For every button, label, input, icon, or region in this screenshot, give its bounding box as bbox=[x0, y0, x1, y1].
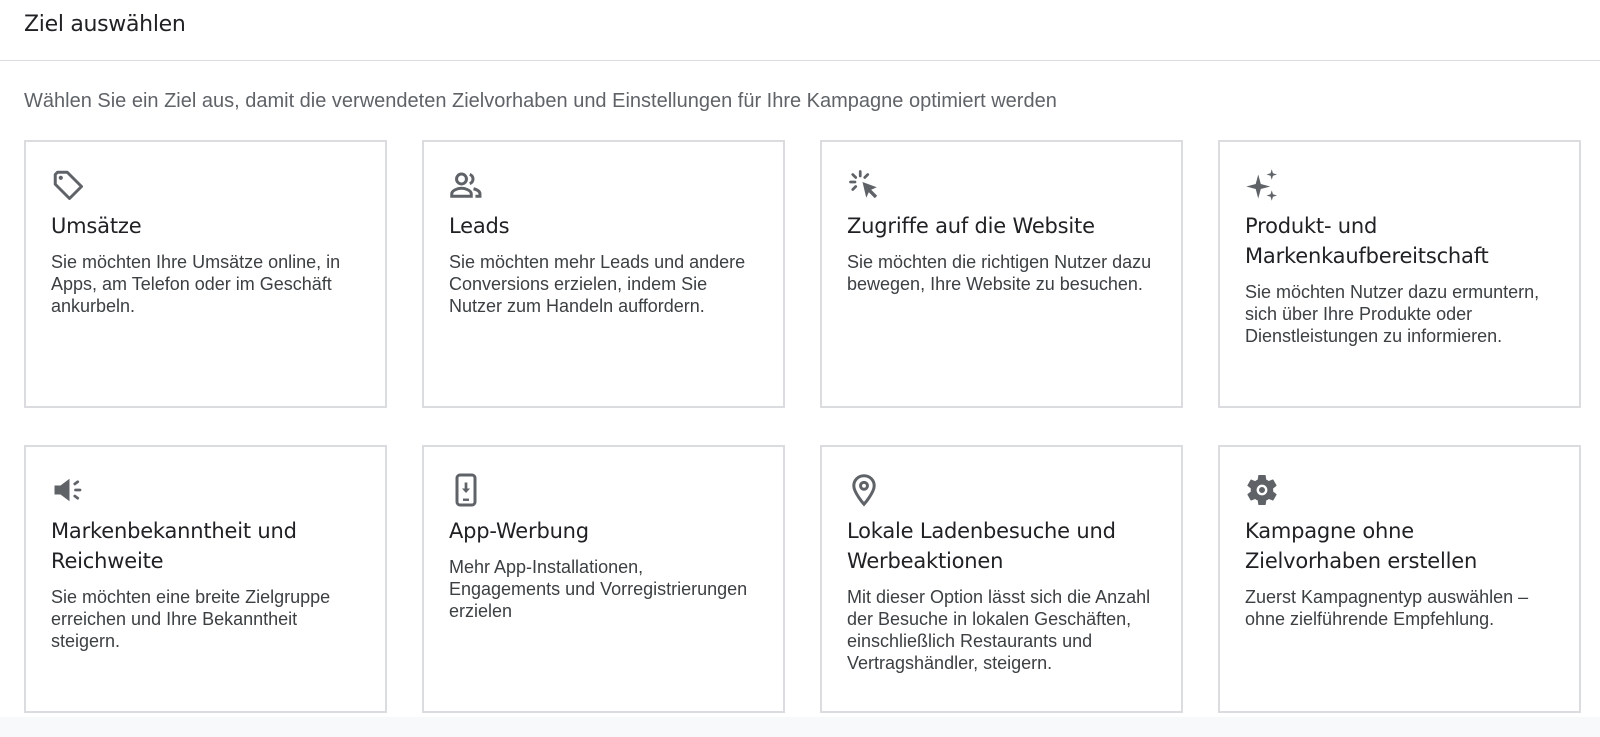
goal-card-title: Produkt- und Markenkaufbereitschaft bbox=[1245, 214, 1489, 268]
goal-card-description: Sie möchten Nutzer dazu ermuntern, sich … bbox=[1245, 282, 1540, 346]
goal-card-description: Zuerst Kampagnentyp auswählen – ohne zie… bbox=[1245, 587, 1529, 629]
goal-card-product-brand-consideration[interactable]: Produkt- und Markenkaufbereitschaft Sie … bbox=[1218, 140, 1581, 408]
goal-card-local-store-visits[interactable]: Lokale Ladenbesuche und Werbeaktionen Mi… bbox=[820, 445, 1183, 713]
goal-card-title: App-Werbung bbox=[449, 519, 589, 543]
megaphone-icon bbox=[50, 472, 86, 508]
goal-card-description: Sie möchten mehr Leads und andere Conver… bbox=[449, 252, 746, 316]
goal-card-sales[interactable]: Umsätze Sie möchten Ihre Umsätze online,… bbox=[24, 140, 387, 408]
goal-card-no-goal[interactable]: Kampagne ohne Zielvorhaben erstellen Zue… bbox=[1218, 445, 1581, 713]
bottom-divider-area bbox=[0, 717, 1600, 737]
phone-download-icon bbox=[448, 472, 484, 508]
page-subtitle: Wählen Sie ein Ziel aus, damit die verwe… bbox=[24, 90, 1057, 112]
location-pin-icon bbox=[846, 472, 882, 508]
people-icon bbox=[448, 167, 484, 203]
goal-card-description: Mit dieser Option lässt sich die Anzahl … bbox=[847, 587, 1151, 673]
gear-icon bbox=[1244, 472, 1280, 508]
page-title: Ziel auswählen bbox=[24, 12, 186, 37]
sparkle-icon bbox=[1244, 167, 1280, 203]
goal-card-title: Lokale Ladenbesuche und Werbeaktionen bbox=[847, 519, 1116, 573]
dialog-header: Ziel auswählen bbox=[0, 0, 1600, 61]
goal-card-brand-awareness-reach[interactable]: Markenbekanntheit und Reichweite Sie möc… bbox=[24, 445, 387, 713]
goal-selection-page: Ziel auswählen Wählen Sie ein Ziel aus, … bbox=[0, 0, 1600, 737]
goal-card-description: Mehr App-Installationen, Engagements und… bbox=[449, 557, 748, 621]
cursor-click-icon bbox=[846, 167, 882, 203]
goal-card-app-promotion[interactable]: App-Werbung Mehr App-Installationen, Eng… bbox=[422, 445, 785, 713]
goal-card-title: Leads bbox=[449, 214, 510, 238]
goal-card-grid: Umsätze Sie möchten Ihre Umsätze online,… bbox=[24, 140, 1581, 713]
goal-card-website-traffic[interactable]: Zugriffe auf die Website Sie möchten die… bbox=[820, 140, 1183, 408]
goal-card-title: Kampagne ohne Zielvorhaben erstellen bbox=[1245, 519, 1478, 573]
goal-card-title: Umsätze bbox=[51, 214, 142, 238]
tag-icon bbox=[50, 167, 86, 203]
goal-card-title: Zugriffe auf die Website bbox=[847, 214, 1095, 238]
goal-card-description: Sie möchten die richtigen Nutzer dazu be… bbox=[847, 252, 1152, 294]
goal-card-description: Sie möchten Ihre Umsätze online, in Apps… bbox=[51, 252, 341, 316]
goal-card-leads[interactable]: Leads Sie möchten mehr Leads und andere … bbox=[422, 140, 785, 408]
goal-card-description: Sie möchten eine breite Zielgruppe errei… bbox=[51, 587, 331, 651]
goal-card-title: Markenbekanntheit und Reichweite bbox=[51, 519, 297, 573]
